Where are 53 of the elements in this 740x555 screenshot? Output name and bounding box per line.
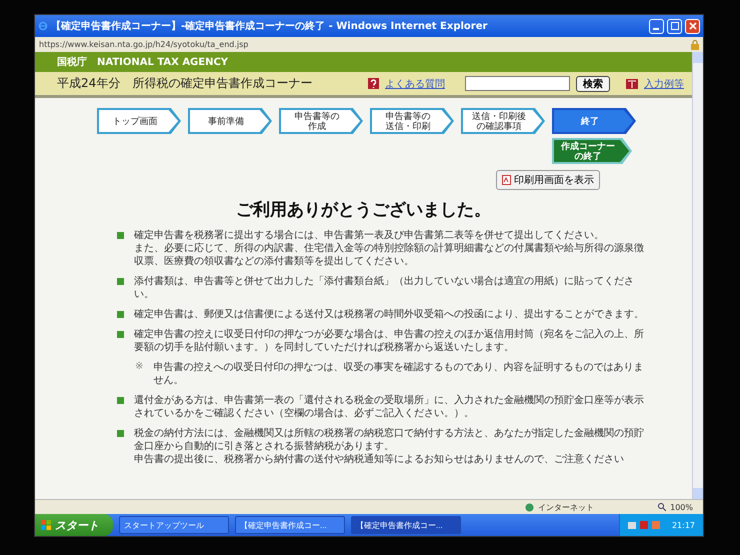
substep-tab[interactable]: 作成コーナー の終了 <box>552 138 632 164</box>
start-button[interactable]: スタート <box>35 514 113 536</box>
lock-icon <box>691 40 699 50</box>
taskbar-item[interactable]: スタートアップツール <box>119 516 229 534</box>
globe-icon <box>525 502 534 512</box>
step-tab[interactable]: トップ画面 <box>97 108 181 134</box>
notice-text: また、必要に応じて、所得の内訳書、住宅借入金等の特別控除額の計算明細書などの付属書類や給与所得の源泉徴収票、医療費の領収書などの添付書類等を提出してください。 <box>134 242 645 268</box>
bullet-square <box>117 331 124 338</box>
maximize-icon <box>670 22 678 30</box>
faq-link[interactable]: よくある質問 <box>385 76 445 90</box>
book-icon <box>626 78 638 88</box>
agency-name: 国税庁 NATIONAL TAX AGENCY <box>57 56 228 69</box>
taskbar-item[interactable]: 【確定申告書作成コー... <box>235 516 345 534</box>
clock: 21:17 <box>672 520 695 530</box>
bullet-square <box>117 397 124 404</box>
taskbar-item[interactable]: 【確定申告書作成コー... <box>351 516 461 534</box>
notice-text: 申告書の提出後に、税務署から納付書の送付や納税通知等によるお知らせはありませんので、ご注意ください <box>134 453 625 466</box>
search-field[interactable] <box>465 76 570 91</box>
security-zone: インターネット <box>538 502 594 512</box>
step-tab[interactable]: 送信・印刷後 の確認事項 <box>461 108 545 134</box>
zoom-icon <box>658 503 666 511</box>
minimize-button[interactable] <box>649 18 664 34</box>
maximize-button[interactable] <box>667 18 682 34</box>
notice-text: 税金の納付方法には、金融機関又は所轄の税務署の納税窓口で納付する方法と、あなたが指定した金融機関の預貯金口座から自動的に引き落とされる振替納税があります。 <box>134 427 645 453</box>
zoom-level[interactable]: 100% <box>670 502 693 512</box>
step-tab[interactable]: 申告書等の 送信・印刷 <box>370 108 454 134</box>
close-button[interactable] <box>685 18 700 34</box>
step-tab[interactable]: 事前準備 <box>188 108 272 134</box>
notice-text: 確定申告書の控えに収受日付印の押なつが必要な場合は、申告書の控えのほか返信用封筒（宛名をご記入の上、所要額の切手を貼付願います。）を同封していただければ税務署から返送いたします。 <box>134 328 645 354</box>
examples-link[interactable]: 入力例等 <box>644 76 684 90</box>
site-title: 平成24年分 所得税の確定申告書作成コーナー <box>57 75 314 92</box>
bullet-square <box>117 430 124 437</box>
pdf-icon <box>502 175 511 185</box>
print-view-button[interactable]: 印刷用画面を表示 <box>496 170 600 190</box>
bullet-square <box>117 278 124 285</box>
question-icon <box>368 78 379 89</box>
bullet-square <box>117 232 124 239</box>
note-mark: ※ <box>135 361 144 374</box>
browser-icon <box>38 21 48 31</box>
search-button[interactable]: 検索 <box>576 76 610 92</box>
thank-you-heading: ご利用ありがとうございました。 <box>235 199 492 221</box>
step-tab[interactable]: 申告書等の 作成 <box>279 108 363 134</box>
close-icon <box>688 22 696 30</box>
scrollbar[interactable] <box>692 52 703 499</box>
step-tab[interactable]: 終了 <box>552 108 636 134</box>
note-text: 申告書の控えへの収受日付印の押なつは、収受の事実を確認するものであり、内容を証明するものではありません。 <box>153 361 644 387</box>
notice-text: 還付金がある方は、申告書第一表の「還付される税金の受取場所」に、入力された金融機関の預貯金口座等が表示されているかをご確認ください（空欄の場合は、必ずご記入ください。）。 <box>134 394 645 420</box>
notice-text: 添付書類は、申告書等と併せて出力した「添付書類台紙」（出力していない場合は適宜の用紙）に貼ってください。 <box>134 275 635 301</box>
bullet-square <box>117 311 124 318</box>
windows-logo-icon <box>41 520 51 530</box>
notice-text: 確定申告書は、郵便又は信書便による送付又は税務署の時間外収受箱への投函により、提出することができます。 <box>134 308 644 321</box>
window-title: 【確定申告書作成コーナー】-確定申告書作成コーナーの終了 - Windows Internet Explorer <box>51 19 488 33</box>
notice-text: 確定申告書を税務署に提出する場合には、申告書第一表及び申告書第二表等を併せて提出してください。 <box>134 229 605 242</box>
